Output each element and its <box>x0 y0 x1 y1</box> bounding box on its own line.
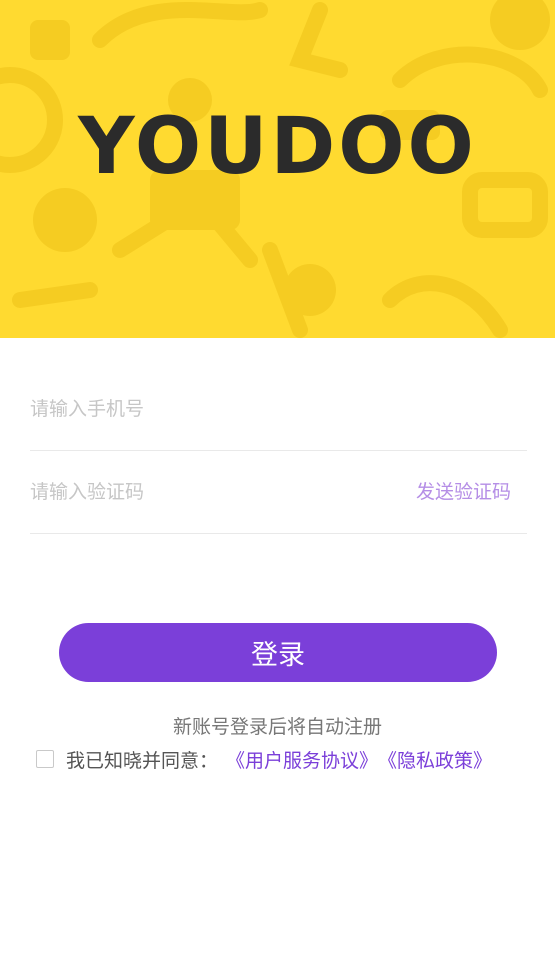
agreement-prefix: 我已知晓并同意： <box>66 749 219 772</box>
agreement-checkbox[interactable] <box>36 750 54 768</box>
phone-field <box>30 368 527 451</box>
send-code-button[interactable]: 发送验证码 <box>416 451 511 533</box>
verification-code-input[interactable] <box>30 451 390 533</box>
agreement-row: 我已知晓并同意： 《用户服务协议》 《隐私政策》 <box>36 745 492 773</box>
privacy-policy-link[interactable]: 《隐私政策》 <box>378 746 492 773</box>
login-button[interactable]: 登录 <box>59 623 497 682</box>
auto-register-notice: 新账号登录后将自动注册 <box>172 716 382 738</box>
brand-logo: YOUDOO <box>78 102 477 192</box>
code-field: 发送验证码 <box>30 451 527 534</box>
user-agreement-link[interactable]: 《用户服务协议》 <box>226 746 378 773</box>
hero-banner: YOUDOO <box>0 0 555 338</box>
phone-input[interactable] <box>30 368 390 450</box>
